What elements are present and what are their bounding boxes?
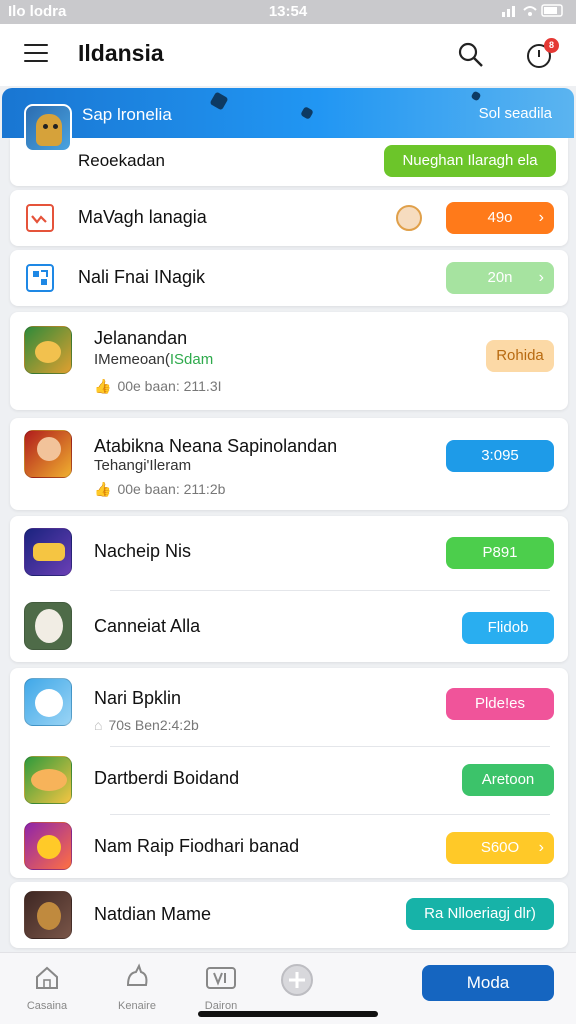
nav-item-add[interactable] [262, 963, 332, 1002]
status-bar: Ilo lodra 13:54 [0, 0, 576, 24]
quick-row[interactable]: Nali Fnai INagik 20n › [10, 250, 568, 306]
banner-app-icon [24, 104, 72, 152]
app-card-group: Nacheip Nis P891 Canneiat Alla Flidob [10, 516, 568, 662]
nav-item-explore[interactable]: Kenaire [102, 963, 172, 1012]
primary-cta-button[interactable]: Moda [422, 965, 554, 1001]
home-icon [36, 966, 58, 989]
menu-icon[interactable] [24, 44, 48, 64]
app-action-button[interactable]: S60O › [446, 832, 554, 864]
app-name: Natdian Mame [94, 904, 212, 924]
app-action-button[interactable]: Plde!es [446, 688, 554, 720]
app-subtitle: IMemeoan(ISdam [94, 351, 214, 368]
app-tag: ISdam [169, 351, 214, 368]
app-action-button[interactable]: Flidob [462, 612, 554, 644]
thumbs-up-icon: 👍 [94, 481, 112, 497]
app-name: Nam Raip Fiodhari banad [94, 836, 300, 856]
quick-row-action[interactable]: 20n › [446, 262, 554, 294]
grid-icon [26, 264, 54, 292]
radio-icon[interactable] [396, 205, 422, 231]
banner-right-text: Sol seadila [478, 105, 552, 122]
signal-icon [502, 4, 563, 17]
featured-banner[interactable]: Sap lronelia Sol seadila [2, 88, 574, 138]
app-icon [24, 602, 72, 650]
app-icon [24, 430, 72, 478]
chart-icon [26, 204, 54, 232]
bottom-navigation: Casaina Kenaire Dairon Moda [0, 952, 576, 1024]
banner-subtitle: Reoekadan [78, 151, 165, 170]
app-name: Jelanandan [94, 328, 188, 348]
search-icon[interactable] [456, 40, 486, 70]
page-title: Ildansia [78, 40, 164, 66]
app-name: Nari Bpklin [94, 688, 182, 708]
app-action-button[interactable]: P891 [446, 537, 554, 569]
cat-icon [126, 963, 148, 986]
banner-card: Reoekadan Nueghan Ilaragh ela [10, 138, 568, 186]
app-name: Atabikna Neana Sapinolandan [94, 436, 338, 456]
app-icon [24, 528, 72, 576]
home-indicator [198, 1011, 378, 1017]
app-action-button[interactable]: Ra Nlloeriagj dlr) [406, 898, 554, 930]
media-icon [206, 967, 236, 989]
nav-item-media[interactable]: Dairon [186, 963, 256, 1012]
app-icon [24, 678, 72, 726]
app-name: Dartberdi Boidand [94, 768, 240, 788]
app-subtitle: Tehangi'Ileram [94, 457, 192, 474]
app-meta: 👍 00e baan: 211:2b [94, 481, 226, 497]
app-card[interactable]: Natdian Mame Ra Nlloeriagj dlr) [10, 882, 568, 948]
quick-row-action[interactable]: 49o › [446, 202, 554, 234]
status-icons [502, 2, 566, 24]
nav-item-home[interactable]: Casaina [12, 963, 82, 1012]
app-card[interactable]: Jelanandan IMemeoan(ISdam 👍 00e baan: 211… [10, 312, 568, 410]
quick-row[interactable]: MaVagh lanagia 49o › [10, 190, 568, 246]
app-action-button[interactable]: 3:095 [446, 440, 554, 472]
clock: 13:54 [268, 3, 308, 20]
app-icon [24, 891, 72, 939]
app-card-group: Nari Bpklin ⌂ 70s Ben2:4:2b Plde!es Dartb… [10, 668, 568, 878]
banner-action-button[interactable]: Nueghan Ilaragh ela [384, 145, 556, 177]
thumbs-up-icon: 👍 [94, 378, 112, 394]
app-icon [24, 822, 72, 870]
quick-row-label: Nali Fnai INagik [78, 267, 206, 287]
app-icon [24, 756, 72, 804]
app-meta: ⌂ 70s Ben2:4:2b [94, 717, 199, 733]
home-small-icon: ⌂ [94, 717, 103, 733]
app-name: Nacheip Nis [94, 541, 192, 561]
quick-row-label: MaVagh lanagia [78, 207, 207, 227]
app-card[interactable]: Atabikna Neana Sapinolandan Tehangi'Iler… [10, 418, 568, 510]
app-meta: 👍 00e baan: 211.3I [94, 378, 222, 394]
notification-badge: 8 [544, 38, 559, 53]
app-action-button[interactable]: Aretoon [462, 764, 554, 796]
app-bar: Ildansia [0, 24, 576, 86]
plus-icon [281, 964, 313, 996]
app-action-button[interactable]: Rohida [486, 340, 554, 372]
app-name: Canneiat Alla [94, 616, 201, 636]
app-icon [24, 326, 72, 374]
banner-title: Sap lronelia [82, 105, 172, 124]
